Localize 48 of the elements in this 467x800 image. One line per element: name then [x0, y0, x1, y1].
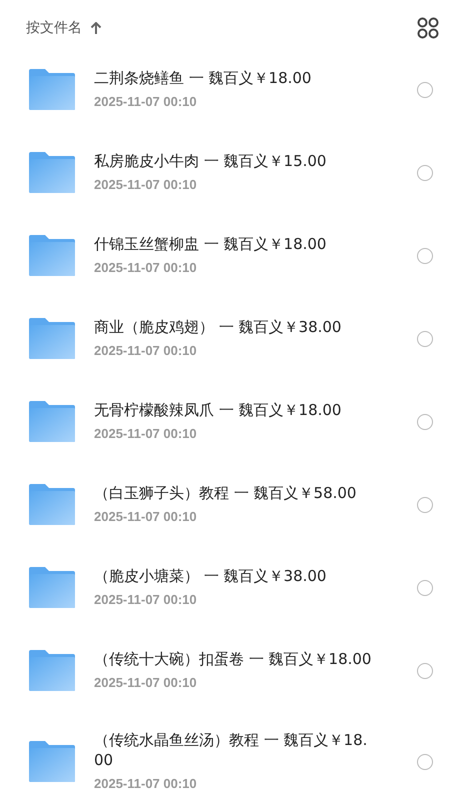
select-radio[interactable]	[417, 496, 433, 512]
file-date: 2025-11-07 00:10	[94, 775, 198, 793]
file-date: 2025-11-07 00:10	[94, 674, 198, 692]
file-date: 2025-11-07 00:10	[94, 508, 198, 526]
file-date: 2025-11-07 00:10	[94, 93, 198, 111]
file-row[interactable]: 什锦玉丝蟹柳盅 一 魏百义￥18.00 2025-11-07 00:10	[0, 214, 467, 297]
folder-icon	[28, 317, 76, 360]
file-row[interactable]: 私房脆皮小牛肉 一 魏百义￥15.00 2025-11-07 00:10	[0, 131, 467, 214]
file-date: 2025-11-07 00:10	[94, 425, 198, 443]
folder-icon	[28, 400, 76, 443]
file-name: 商业（脆皮鸡翅） 一 魏百义￥38.00	[94, 317, 342, 337]
file-date: 2025-11-07 00:10	[94, 176, 198, 194]
file-date: 2025-11-07 00:10	[94, 591, 198, 609]
select-radio[interactable]	[417, 754, 433, 770]
file-name: 私房脆皮小牛肉 一 魏百义￥15.00	[94, 151, 328, 171]
file-name: （传统水晶鱼丝汤）教程 一 魏百义￥18.00	[94, 730, 368, 770]
file-name: （脆皮小塘菜） 一 魏百义￥38.00	[94, 566, 328, 586]
select-radio[interactable]	[417, 248, 433, 264]
file-date: 2025-11-07 00:10	[94, 342, 198, 360]
file-row[interactable]: （白玉狮子头）教程 一 魏百义￥58.00 2025-11-07 00:10	[0, 463, 467, 546]
file-name: 什锦玉丝蟹柳盅 一 魏百义￥18.00	[94, 234, 328, 254]
folder-icon	[28, 68, 76, 111]
arrow-up-icon	[90, 22, 102, 34]
file-row[interactable]: 无骨柠檬酸辣凤爪 一 魏百义￥18.00 2025-11-07 00:10	[0, 380, 467, 463]
file-row[interactable]: （传统十大碗）扣蛋卷 一 魏百义￥18.00 2025-11-07 00:10	[0, 629, 467, 712]
folder-icon	[28, 234, 76, 277]
folder-icon	[28, 483, 76, 526]
file-row[interactable]: 二荆条烧鳝鱼 一 魏百义￥18.00 2025-11-07 00:10	[0, 48, 467, 131]
sort-button[interactable]: 按文件名	[26, 18, 102, 38]
folder-icon	[28, 566, 76, 609]
select-radio[interactable]	[417, 580, 433, 596]
file-date: 2025-11-07 00:10	[94, 259, 198, 277]
folder-icon	[28, 649, 76, 692]
folder-icon	[28, 151, 76, 194]
select-radio[interactable]	[417, 330, 433, 346]
file-row[interactable]: （脆皮小塘菜） 一 魏百义￥38.00 2025-11-07 00:10	[0, 546, 467, 629]
select-radio[interactable]	[417, 414, 433, 430]
select-radio[interactable]	[417, 82, 433, 98]
file-name: （白玉狮子头）教程 一 魏百义￥58.00	[94, 483, 358, 503]
grid-view-icon[interactable]	[417, 17, 439, 39]
file-name: 无骨柠檬酸辣凤爪 一 魏百义￥18.00	[94, 400, 342, 420]
folder-icon	[28, 740, 76, 783]
select-radio[interactable]	[417, 662, 433, 678]
file-name: 二荆条烧鳝鱼 一 魏百义￥18.00	[94, 68, 312, 88]
file-row[interactable]: （传统水晶鱼丝汤）教程 一 魏百义￥18.00 2025-11-07 00:10	[0, 712, 467, 800]
file-row[interactable]: 商业（脆皮鸡翅） 一 魏百义￥38.00 2025-11-07 00:10	[0, 297, 467, 380]
file-name: （传统十大碗）扣蛋卷 一 魏百义￥18.00	[94, 649, 372, 669]
select-radio[interactable]	[417, 164, 433, 180]
